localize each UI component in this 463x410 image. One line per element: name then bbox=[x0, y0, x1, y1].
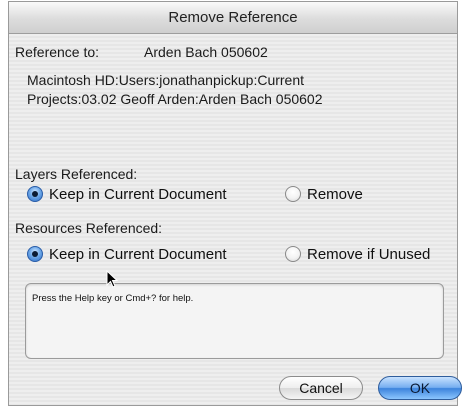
resources-referenced-heading: Resources Referenced: bbox=[15, 220, 163, 236]
layers-referenced-heading: Layers Referenced: bbox=[15, 166, 138, 182]
help-text-box: Press the Help key or Cmd+? for help. bbox=[25, 283, 444, 359]
dialog-title: Remove Reference bbox=[9, 2, 457, 34]
radio-unselected-icon bbox=[285, 246, 301, 262]
radio-resources-remove-if-unused[interactable]: Remove if Unused bbox=[285, 243, 430, 265]
reference-path-line-1: Macintosh HD:Users:jonathanpickup:Curren… bbox=[27, 72, 305, 88]
radio-layers-remove[interactable]: Remove bbox=[285, 183, 363, 205]
ok-button[interactable]: OK bbox=[378, 376, 462, 400]
arrow-cursor-icon bbox=[106, 270, 118, 288]
radio-resources-keep-label: Keep in Current Document bbox=[49, 245, 227, 263]
radio-resources-keep[interactable]: Keep in Current Document bbox=[27, 243, 227, 265]
reference-to-label: Reference to: bbox=[15, 44, 100, 60]
radio-layers-remove-label: Remove bbox=[307, 185, 363, 203]
radio-layers-keep-label: Keep in Current Document bbox=[49, 185, 227, 203]
reference-path-line-2: Projects:03.02 Geoff Arden:Arden Bach 05… bbox=[27, 91, 323, 107]
radio-resources-remove-if-unused-label: Remove if Unused bbox=[307, 245, 431, 263]
help-text: Press the Help key or Cmd+? for help. bbox=[32, 293, 194, 304]
radio-layers-keep[interactable]: Keep in Current Document bbox=[27, 183, 227, 205]
radio-selected-icon bbox=[27, 246, 43, 262]
remove-reference-dialog: Remove Reference Reference to: Arden Bac… bbox=[8, 1, 462, 406]
reference-name: Arden Bach 050602 bbox=[144, 44, 268, 60]
cancel-button[interactable]: Cancel bbox=[279, 376, 363, 400]
radio-unselected-icon bbox=[285, 186, 301, 202]
radio-selected-icon bbox=[27, 186, 43, 202]
